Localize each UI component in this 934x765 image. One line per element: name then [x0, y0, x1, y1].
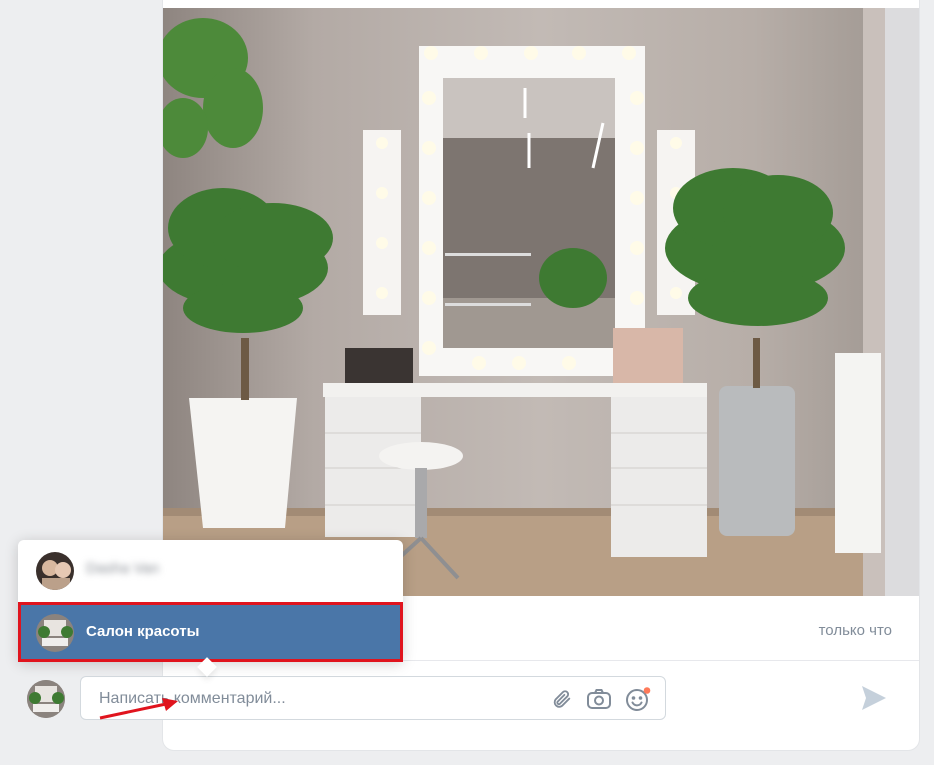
paperclip-icon[interactable] — [551, 688, 573, 715]
author-option-name: Салон красоты — [86, 623, 200, 640]
post-photo[interactable] — [163, 8, 919, 596]
author-picker-dropdown: Dasha Van Салон красоты — [18, 540, 403, 662]
salon-interior-image — [163, 8, 919, 596]
send-icon[interactable] — [858, 682, 890, 714]
post-timestamp[interactable]: только что — [819, 622, 892, 639]
author-option-personal[interactable]: Dasha Van — [18, 540, 403, 600]
community-avatar — [36, 614, 74, 652]
camera-icon[interactable] — [586, 687, 612, 716]
annotation-arrow-icon — [99, 698, 178, 720]
author-option-community[interactable]: Салон красоты — [18, 602, 403, 662]
author-option-name: Dasha Van — [86, 560, 160, 577]
smiley-icon[interactable] — [625, 687, 651, 718]
user-avatar — [36, 552, 74, 590]
comment-author-avatar[interactable] — [27, 680, 65, 718]
